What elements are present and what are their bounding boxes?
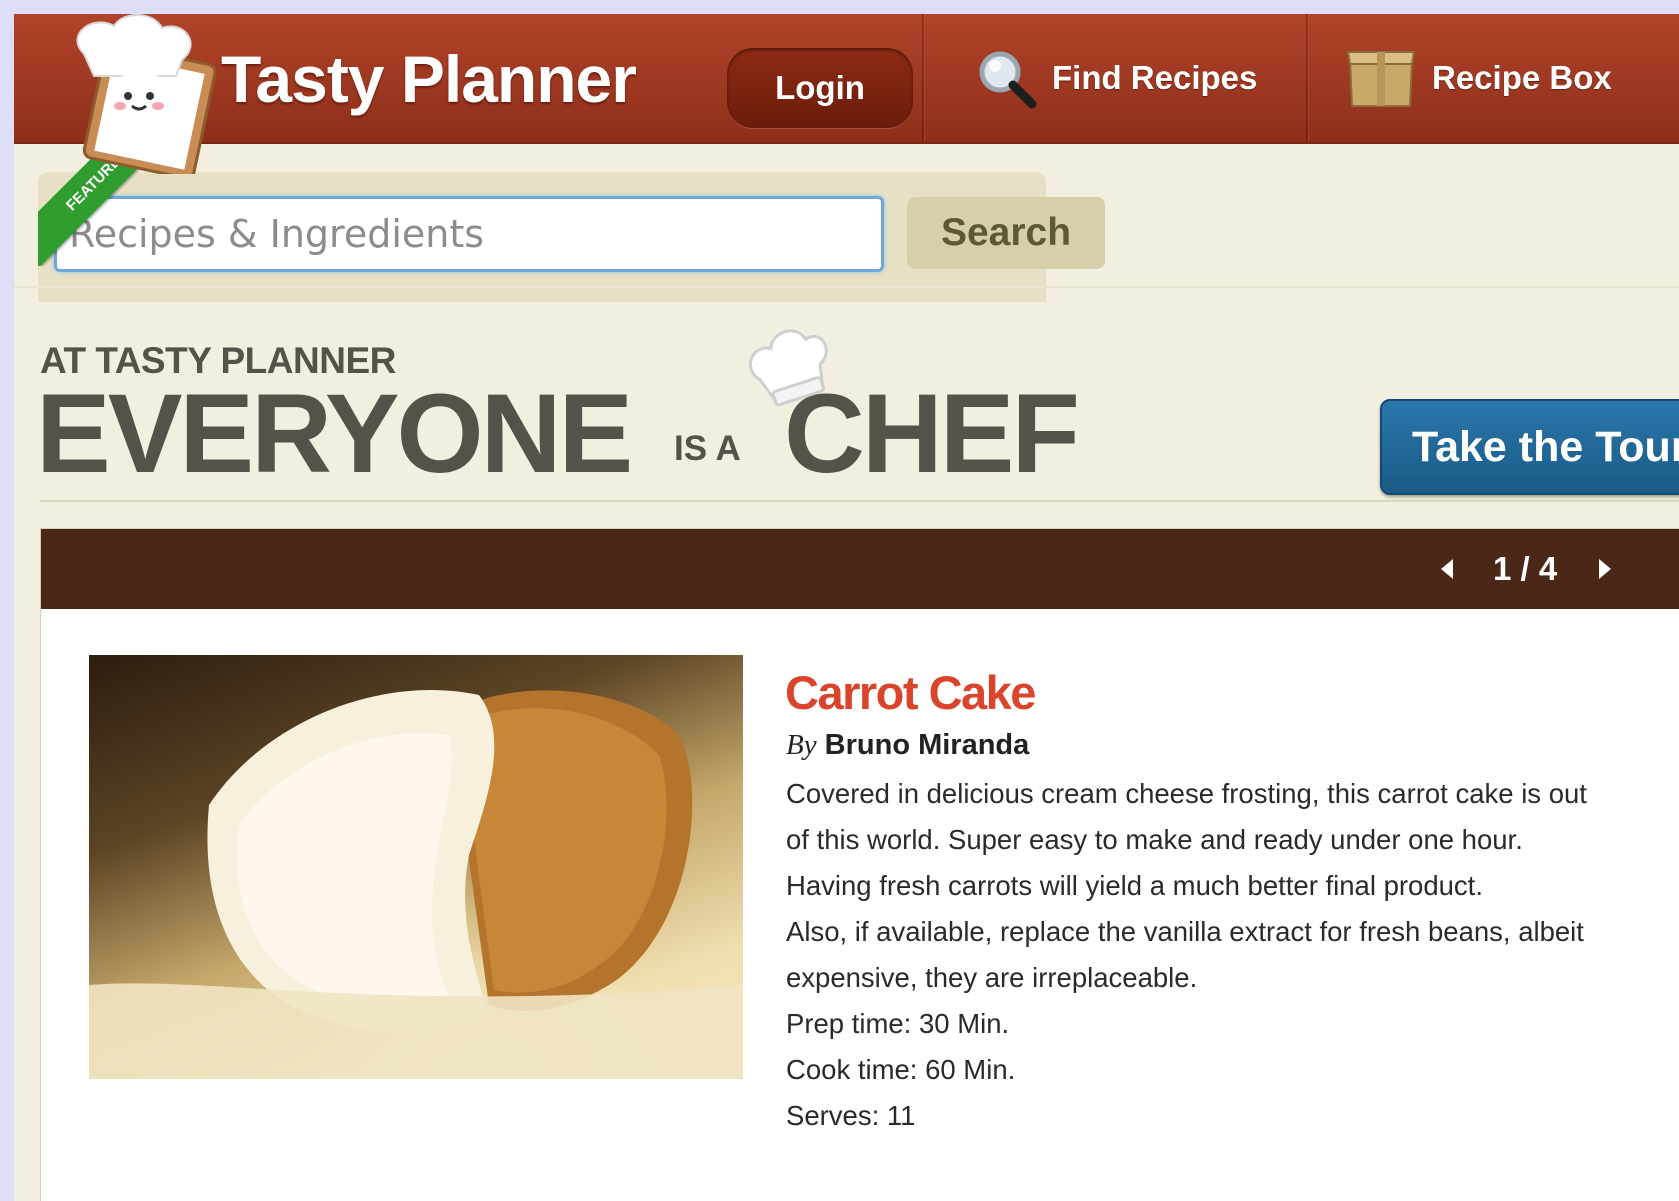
box-icon — [1346, 51, 1416, 107]
take-the-tour-button[interactable]: Take the Tour — [1380, 399, 1679, 495]
header-band-divider — [14, 286, 1679, 288]
login-button[interactable]: Login — [727, 48, 913, 128]
tagline-is-a: IS A — [674, 429, 741, 468]
site-logo-text[interactable]: Tasty Planner — [221, 46, 637, 112]
nav-find-recipes[interactable]: Find Recipes — [974, 14, 1257, 142]
carrot-cake-illustration — [89, 689, 743, 1079]
previous-arrow-icon[interactable] — [1441, 559, 1453, 579]
nav-recipe-box-label: Recipe Box — [1432, 59, 1612, 96]
recipe-byline: By Bruno Miranda — [786, 729, 1029, 762]
nav-divider — [922, 14, 924, 142]
pager: 1 / 4 — [1441, 529, 1612, 609]
recipe-title[interactable]: Carrot Cake — [785, 665, 1036, 720]
nav-divider — [1306, 14, 1308, 142]
byline-prefix: By — [786, 729, 817, 761]
chef-hat-icon — [748, 329, 828, 407]
featured-recipe-panel: 1 / 4 Carrot Cake By Bruno Miranda Cover… — [40, 528, 1679, 1201]
feature-header-bar: 1 / 4 — [41, 529, 1679, 609]
pager-count: 1 / 4 — [1493, 550, 1558, 587]
magnifier-icon — [979, 51, 1037, 109]
chef-clipboard-logo[interactable] — [54, 14, 224, 174]
tagline-divider — [40, 500, 1679, 502]
search-button[interactable]: Search — [907, 197, 1105, 269]
prep-time: Prep time: 30 Min. — [786, 1008, 1010, 1039]
next-arrow-icon[interactable] — [1599, 559, 1612, 579]
recipe-description: Covered in delicious cream cheese frosti… — [786, 771, 1616, 1139]
nav-find-recipes-label: Find Recipes — [1052, 59, 1258, 96]
search-input[interactable] — [54, 196, 884, 272]
description-paragraph: Also, if available, replace the vanilla … — [786, 916, 1584, 993]
cook-time: Cook time: 60 Min. — [786, 1054, 1016, 1085]
tagline-everyone: EVERYONE — [36, 371, 633, 496]
nav-recipe-box[interactable]: Recipe Box — [1344, 14, 1612, 142]
header-bar: Tasty Planner Login Find Recipes Recipe … — [14, 14, 1679, 144]
page: Tasty Planner Login Find Recipes Recipe … — [14, 14, 1679, 1201]
recipe-author[interactable]: Bruno Miranda — [825, 729, 1030, 761]
description-paragraph: Covered in delicious cream cheese frosti… — [786, 778, 1587, 901]
serves: Serves: 11 — [786, 1100, 916, 1131]
recipe-photo[interactable] — [89, 655, 743, 1079]
